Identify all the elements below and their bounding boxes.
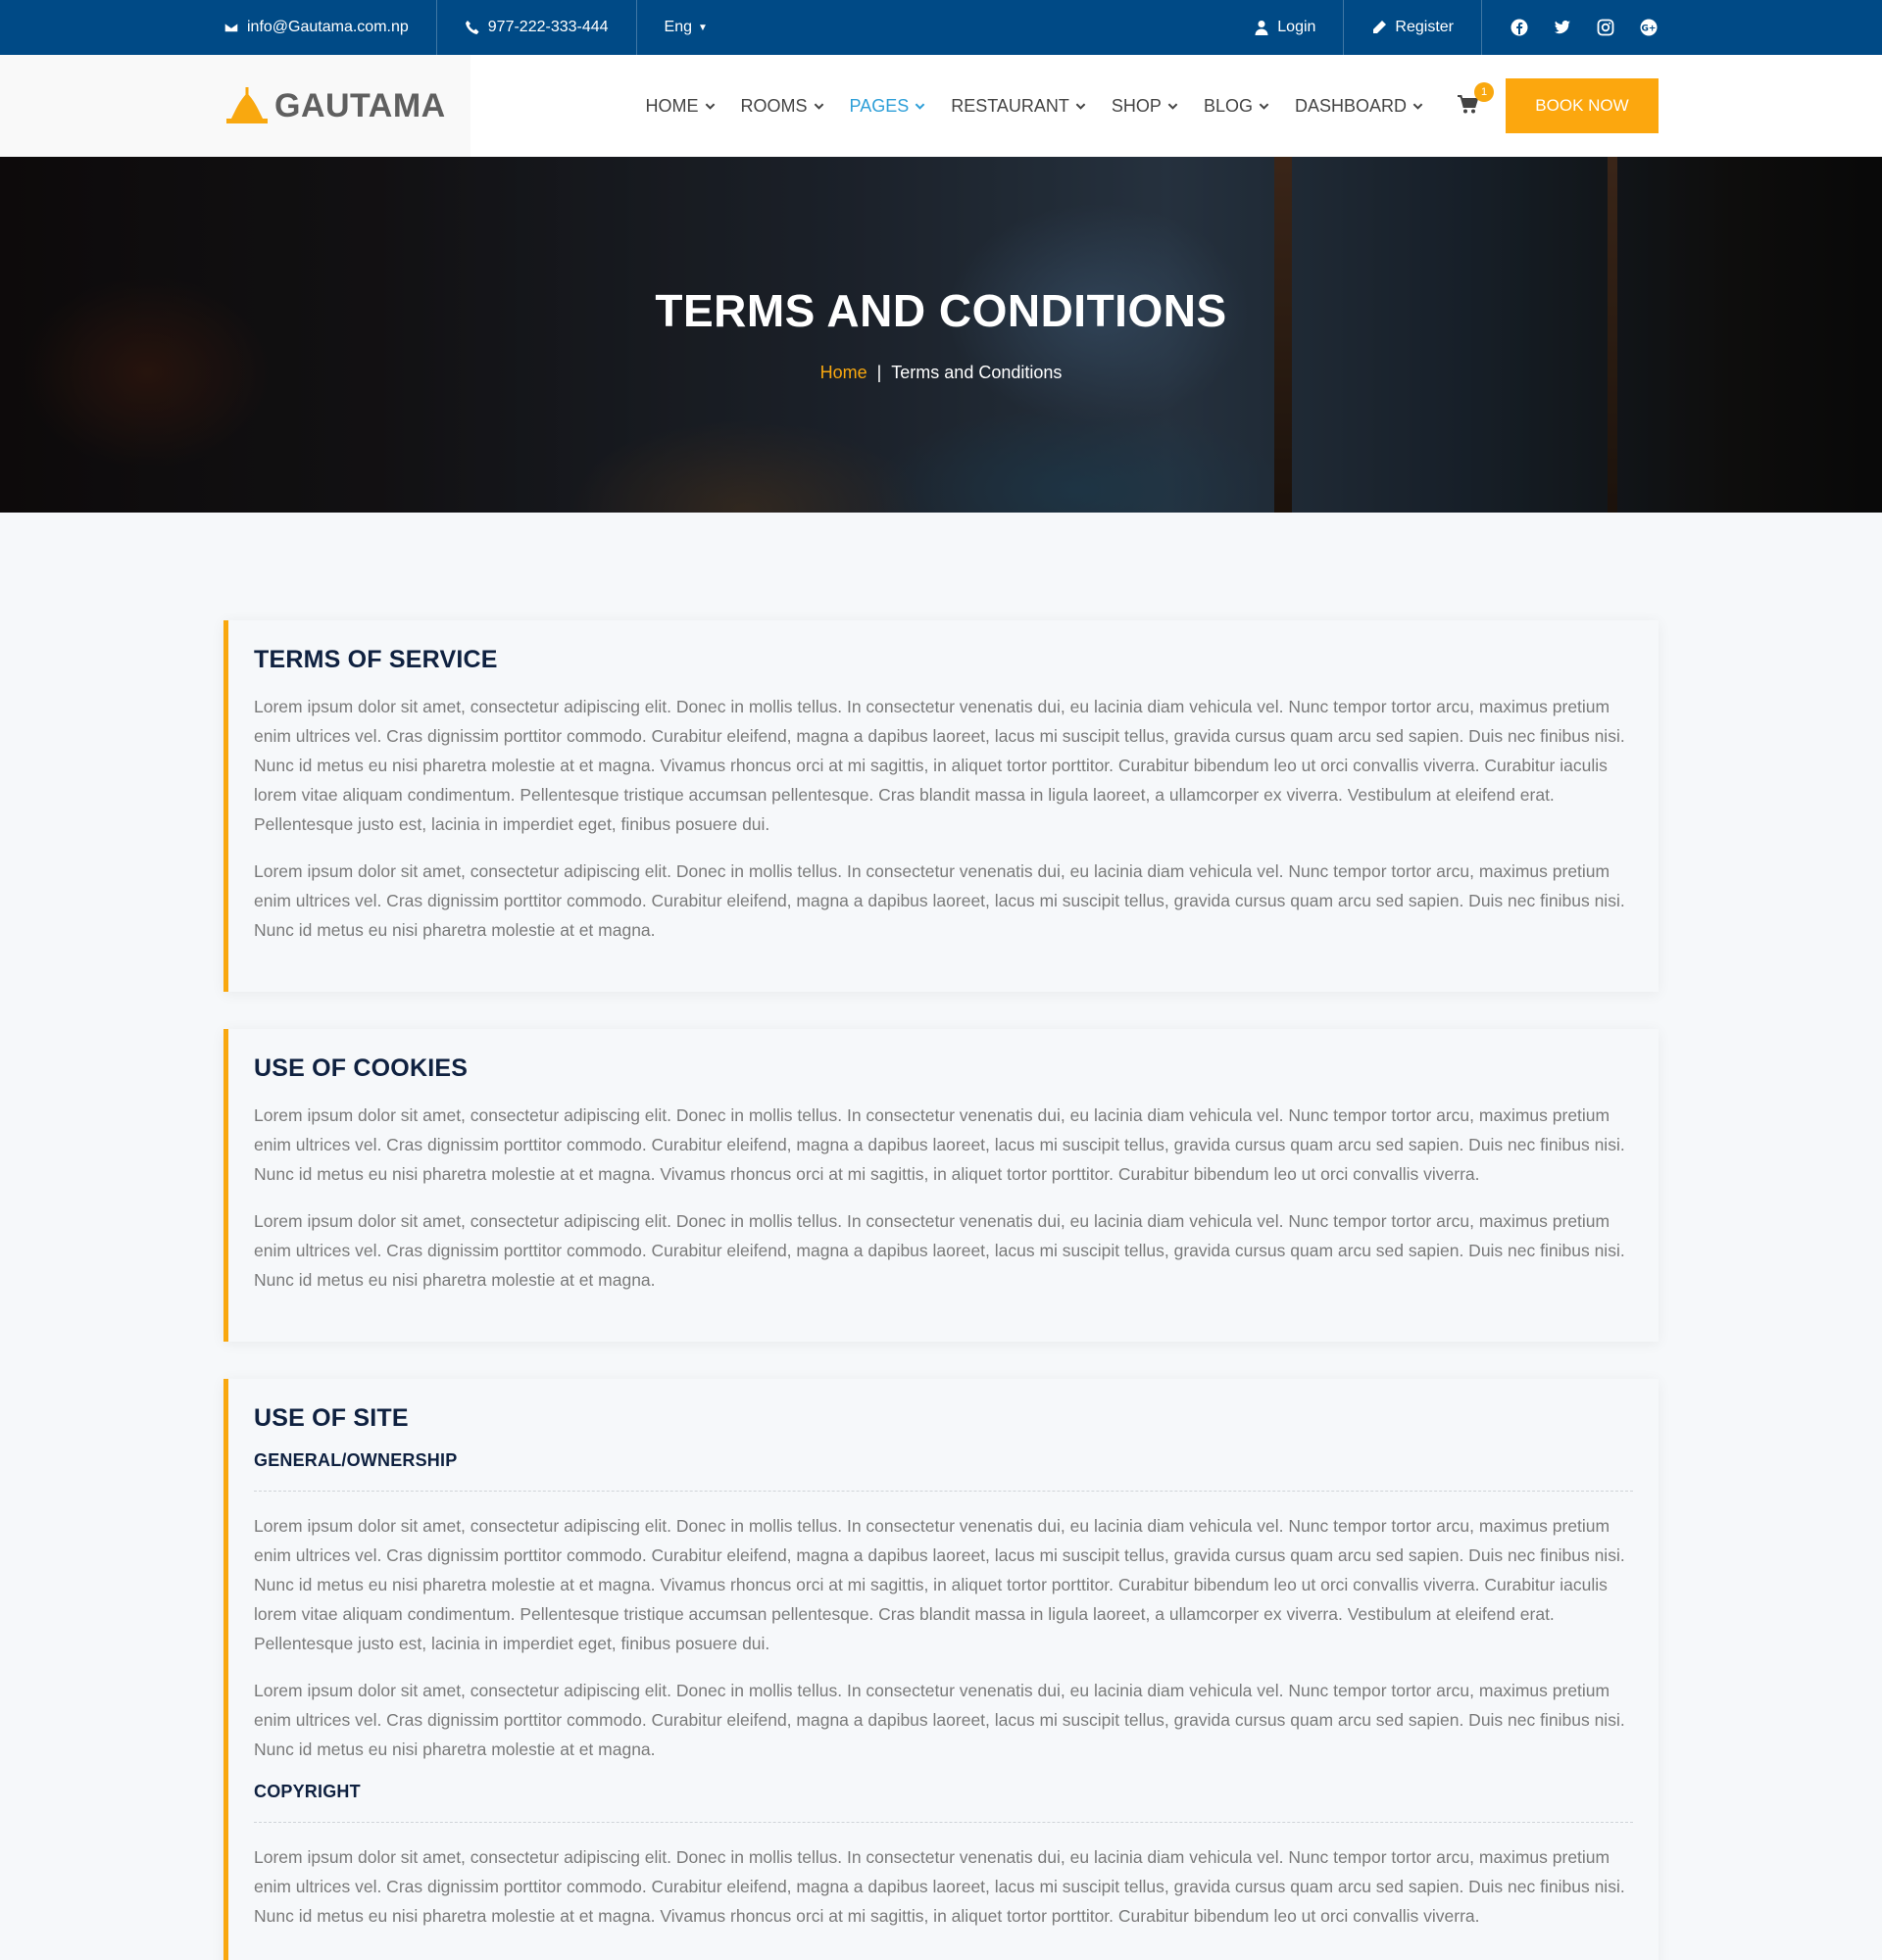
facebook-icon[interactable] (1510, 18, 1529, 37)
book-now-button[interactable]: BOOK NOW (1506, 78, 1659, 133)
email-link[interactable]: info@Gautama.com.np (223, 0, 437, 55)
dashed-divider (254, 1822, 1633, 1823)
site-logo[interactable]: GAUTAMA (223, 85, 446, 126)
nav-pages[interactable]: PAGES (850, 96, 926, 117)
language-label: Eng (664, 19, 692, 35)
nav-dashboard[interactable]: DASHBOARD (1295, 96, 1423, 117)
google-plus-icon[interactable]: G+ (1639, 18, 1659, 37)
phone-link[interactable]: 977-222-333-444 (437, 0, 637, 55)
section-title: TERMS OF SERVICE (254, 646, 498, 673)
social-links: G+ (1482, 0, 1659, 55)
section-paragraph: Lorem ipsum dolor sit amet, consectetur … (254, 1847, 1625, 1926)
section-title: USE OF SITE (254, 1404, 409, 1432)
nav-rooms-label: ROOMS (740, 95, 808, 116)
terms-of-service-card: TERMS OF SERVICE Lorem ipsum dolor sit a… (223, 620, 1659, 992)
subsection-title: GENERAL/OWNERSHIP (254, 1450, 458, 1470)
envelope-icon (223, 22, 239, 33)
login-label: Login (1277, 19, 1316, 35)
register-link[interactable]: Register (1344, 0, 1482, 55)
chevron-down-icon (915, 102, 925, 110)
use-of-cookies-card: USE OF COOKIES Lorem ipsum dolor sit ame… (223, 1029, 1659, 1342)
main-header: GAUTAMA HOME ROOMS PAGES RESTAURANT SHOP (0, 55, 1882, 157)
nav-home[interactable]: HOME (646, 96, 716, 117)
section-paragraph: Lorem ipsum dolor sit amet, consectetur … (254, 1516, 1625, 1653)
cart-button[interactable]: 1 (1457, 82, 1494, 118)
breadcrumb-separator: | (876, 363, 882, 382)
stupa-logo-icon (226, 87, 268, 123)
user-icon (1255, 21, 1268, 35)
page-title: TERMS AND CONDITIONS (655, 285, 1227, 336)
page-hero: TERMS AND CONDITIONS Home | Terms and Co… (0, 157, 1882, 513)
chevron-down-icon (814, 102, 823, 110)
nav-shop-label: SHOP (1111, 95, 1162, 116)
section-paragraph: Lorem ipsum dolor sit amet, consectetur … (254, 861, 1625, 940)
breadcrumb: Home | Terms and Conditions (0, 363, 1882, 383)
register-label: Register (1395, 19, 1454, 35)
chevron-down-icon (1412, 102, 1423, 110)
svg-text:G+: G+ (1642, 24, 1657, 34)
breadcrumb-current: Terms and Conditions (891, 363, 1063, 382)
chevron-down-icon (1167, 102, 1178, 110)
login-link[interactable]: Login (1254, 0, 1345, 55)
section-paragraph: Lorem ipsum dolor sit amet, consectetur … (254, 1105, 1625, 1184)
nav-shop[interactable]: SHOP (1112, 96, 1178, 117)
use-of-site-card: USE OF SITE GENERAL/OWNERSHIP Lorem ipsu… (223, 1379, 1659, 1960)
nav-pages-label: PAGES (849, 95, 910, 116)
cart-count-badge: 1 (1474, 82, 1494, 102)
chevron-down-icon (705, 102, 715, 110)
phone-icon (465, 21, 479, 34)
nav-restaurant[interactable]: RESTAURANT (951, 96, 1086, 117)
email-text: info@Gautama.com.np (247, 19, 409, 35)
main-nav: HOME ROOMS PAGES RESTAURANT SHOP BLOG DA… (620, 78, 1659, 133)
section-title: USE OF COOKIES (254, 1054, 469, 1082)
section-paragraph: Lorem ipsum dolor sit amet, consectetur … (254, 1211, 1625, 1290)
language-selector[interactable]: Eng ▼ (637, 0, 735, 55)
twitter-icon[interactable] (1553, 18, 1572, 37)
instagram-icon[interactable] (1596, 18, 1615, 37)
phone-text: 977-222-333-444 (487, 19, 609, 35)
nav-restaurant-label: RESTAURANT (951, 95, 1069, 116)
top-bar: info@Gautama.com.np 977-222-333-444 Eng … (0, 0, 1882, 55)
subsection-title: COPYRIGHT (254, 1782, 361, 1801)
section-paragraph: Lorem ipsum dolor sit amet, consectetur … (254, 1681, 1625, 1759)
nav-dashboard-label: DASHBOARD (1294, 95, 1407, 116)
nav-blog-label: BLOG (1203, 95, 1253, 116)
logo-text: GAUTAMA (274, 86, 446, 124)
nav-blog[interactable]: BLOG (1204, 96, 1269, 117)
caret-down-icon: ▼ (698, 22, 708, 33)
terms-content: TERMS OF SERVICE Lorem ipsum dolor sit a… (223, 620, 1659, 1960)
breadcrumb-home-link[interactable]: Home (820, 363, 867, 383)
nav-rooms[interactable]: ROOMS (741, 96, 824, 117)
pencil-icon (1373, 21, 1387, 33)
nav-home-label: HOME (645, 95, 699, 116)
dashed-divider (254, 1491, 1633, 1492)
chevron-down-icon (1075, 102, 1086, 110)
chevron-down-icon (1259, 102, 1269, 110)
section-paragraph: Lorem ipsum dolor sit amet, consectetur … (254, 697, 1625, 834)
